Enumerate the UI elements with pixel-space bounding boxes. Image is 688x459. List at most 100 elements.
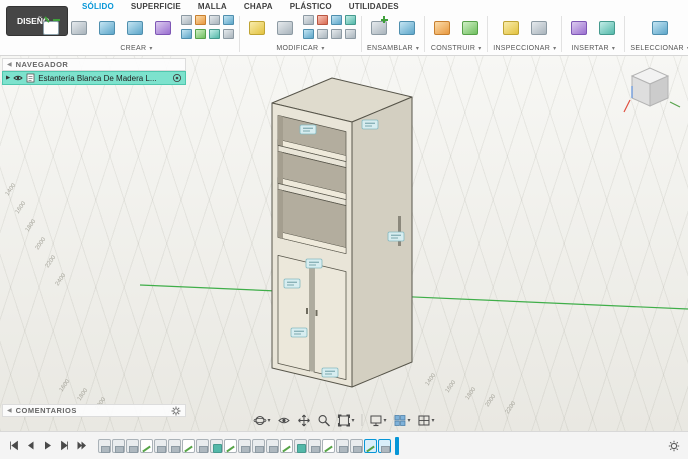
delete-icon[interactable] bbox=[317, 14, 328, 25]
tab-utilidades[interactable]: UTILIDADES bbox=[349, 2, 399, 11]
eye-icon[interactable] bbox=[13, 74, 23, 82]
box-primitive-icon[interactable] bbox=[181, 14, 192, 25]
dimension-badge[interactable] bbox=[361, 119, 379, 130]
cabinet-door-right[interactable] bbox=[313, 263, 347, 380]
fillet-button[interactable] bbox=[273, 15, 297, 41]
tab-chapa[interactable]: CHAPA bbox=[244, 2, 273, 11]
navigator-document-row[interactable]: ▶ Estantería Blanca De Madera L... bbox=[2, 71, 186, 85]
material-icon[interactable] bbox=[345, 28, 356, 39]
timeline-feature-icon[interactable] bbox=[350, 438, 363, 453]
form-button[interactable] bbox=[151, 15, 175, 41]
skip-to-start-button[interactable] bbox=[6, 439, 20, 453]
press-pull-button[interactable] bbox=[245, 15, 269, 41]
timeline-playhead[interactable] bbox=[395, 436, 399, 455]
timeline-feature-icon[interactable] bbox=[168, 438, 181, 453]
dimension-badge[interactable] bbox=[321, 367, 339, 378]
measure-button[interactable] bbox=[499, 15, 523, 41]
ensamblar-dropdown[interactable]: ENSAMBLAR ▾ bbox=[367, 42, 419, 54]
axis-button[interactable] bbox=[458, 15, 482, 41]
look-at-button[interactable] bbox=[277, 414, 290, 427]
view-cube[interactable] bbox=[620, 60, 682, 118]
timeline-sketch-icon[interactable] bbox=[182, 438, 195, 453]
tab-solido[interactable]: SÓLIDO bbox=[82, 2, 114, 11]
timeline-feature-icon[interactable] bbox=[336, 438, 349, 453]
insert-mesh-button[interactable] bbox=[595, 15, 619, 41]
timeline-sketch-icon[interactable] bbox=[280, 438, 293, 453]
timeline-feature-icon[interactable] bbox=[266, 438, 279, 453]
dimension-badge[interactable] bbox=[283, 278, 301, 289]
display-settings-button[interactable]: ▾ bbox=[369, 414, 387, 427]
tab-malla[interactable]: MALLA bbox=[198, 2, 227, 11]
scale-icon[interactable] bbox=[317, 28, 328, 39]
seleccionar-dropdown[interactable]: SELECCIONAR ▾ bbox=[630, 42, 688, 54]
dimension-badge[interactable] bbox=[299, 124, 317, 135]
timeline-feature-icon[interactable] bbox=[308, 438, 321, 453]
collapse-left-icon[interactable]: ◀ bbox=[7, 61, 12, 68]
viewport-3d[interactable]: 1400 1600 1800 2000 2200 2400 1600 1800 … bbox=[0, 56, 688, 431]
gear-icon[interactable] bbox=[171, 406, 181, 416]
fit-view-button[interactable]: ▾ bbox=[337, 414, 354, 427]
viewports-button[interactable]: ▾ bbox=[418, 414, 435, 427]
timeline-sketch-icon[interactable] bbox=[322, 438, 335, 453]
cabinet-door-left[interactable] bbox=[277, 255, 311, 372]
dimension-badge[interactable] bbox=[387, 231, 405, 242]
timeline-joint-icon[interactable] bbox=[210, 438, 223, 453]
step-forward-button[interactable] bbox=[57, 439, 71, 453]
coil-icon[interactable] bbox=[209, 14, 220, 25]
revolve-button[interactable] bbox=[95, 15, 119, 41]
shell-icon[interactable] bbox=[303, 14, 314, 25]
play-button[interactable] bbox=[40, 439, 54, 453]
timeline-feature-icon[interactable] bbox=[98, 438, 111, 453]
combine-icon[interactable] bbox=[331, 14, 342, 25]
timeline-feature-icon[interactable] bbox=[112, 438, 125, 453]
pattern-icon[interactable] bbox=[195, 14, 206, 25]
sweep-button[interactable] bbox=[123, 15, 147, 41]
thicken-icon[interactable] bbox=[223, 14, 234, 25]
collapse-left-icon[interactable]: ◀ bbox=[7, 407, 12, 414]
skip-to-end-button[interactable] bbox=[74, 439, 88, 453]
expander-icon[interactable]: ▶ bbox=[6, 75, 10, 81]
joint-button[interactable] bbox=[395, 15, 419, 41]
timeline-feature-icon[interactable] bbox=[252, 438, 265, 453]
draft-icon[interactable] bbox=[303, 28, 314, 39]
boundary-fill-icon[interactable] bbox=[223, 28, 234, 39]
offset-plane-button[interactable] bbox=[430, 15, 454, 41]
viewport-canvas[interactable]: 1400 1600 1800 2000 2200 2400 1600 1800 … bbox=[0, 56, 688, 431]
pipe-icon[interactable] bbox=[209, 28, 220, 39]
orbit-button[interactable]: ▾ bbox=[253, 414, 270, 427]
pan-button[interactable] bbox=[297, 414, 310, 427]
step-back-button[interactable] bbox=[23, 439, 37, 453]
timeline-feature-icon[interactable] bbox=[196, 438, 209, 453]
activate-component-radio[interactable] bbox=[172, 73, 182, 83]
split-body-icon[interactable] bbox=[345, 14, 356, 25]
timeline-sketch-icon[interactable] bbox=[140, 438, 153, 453]
cylinder-primitive-icon[interactable] bbox=[181, 28, 192, 39]
construir-dropdown[interactable]: CONSTRUIR ▾ bbox=[431, 42, 482, 54]
section-analysis-button[interactable] bbox=[527, 15, 551, 41]
tab-plastico[interactable]: PLÁSTICO bbox=[290, 2, 332, 11]
crear-dropdown[interactable]: CREAR ▾ bbox=[120, 42, 152, 54]
insert-canvas-button[interactable] bbox=[567, 15, 591, 41]
timeline-joint-icon[interactable] bbox=[294, 438, 307, 453]
inspeccionar-dropdown[interactable]: INSPECCIONAR ▾ bbox=[493, 42, 556, 54]
tab-superficie[interactable]: SUPERFICIE bbox=[131, 2, 181, 11]
timeline-sketch-icon-selected[interactable] bbox=[364, 438, 377, 453]
timeline-feature-icon[interactable] bbox=[126, 438, 139, 453]
grid-snaps-button[interactable]: ▾ bbox=[394, 414, 411, 427]
modificar-dropdown[interactable]: MODIFICAR ▾ bbox=[276, 42, 324, 54]
new-component-button[interactable] bbox=[367, 15, 391, 41]
navigator-panel-header[interactable]: ◀ NAVEGADOR bbox=[2, 58, 186, 71]
timeline-feature-icon-selected[interactable] bbox=[378, 438, 391, 453]
offset-face-icon[interactable] bbox=[331, 28, 342, 39]
timeline-settings-gear-icon[interactable] bbox=[668, 440, 680, 452]
mirror-icon[interactable] bbox=[195, 28, 206, 39]
insertar-dropdown[interactable]: INSERTAR ▾ bbox=[572, 42, 615, 54]
timeline-feature-icon[interactable] bbox=[154, 438, 167, 453]
dimension-badge[interactable] bbox=[305, 258, 323, 269]
timeline-feature-icon[interactable] bbox=[238, 438, 251, 453]
create-sketch-button[interactable] bbox=[39, 15, 63, 41]
timeline-sketch-icon[interactable] bbox=[224, 438, 237, 453]
zoom-button[interactable] bbox=[317, 414, 330, 427]
dimension-badge[interactable] bbox=[290, 327, 308, 338]
extrude-button[interactable] bbox=[67, 15, 91, 41]
